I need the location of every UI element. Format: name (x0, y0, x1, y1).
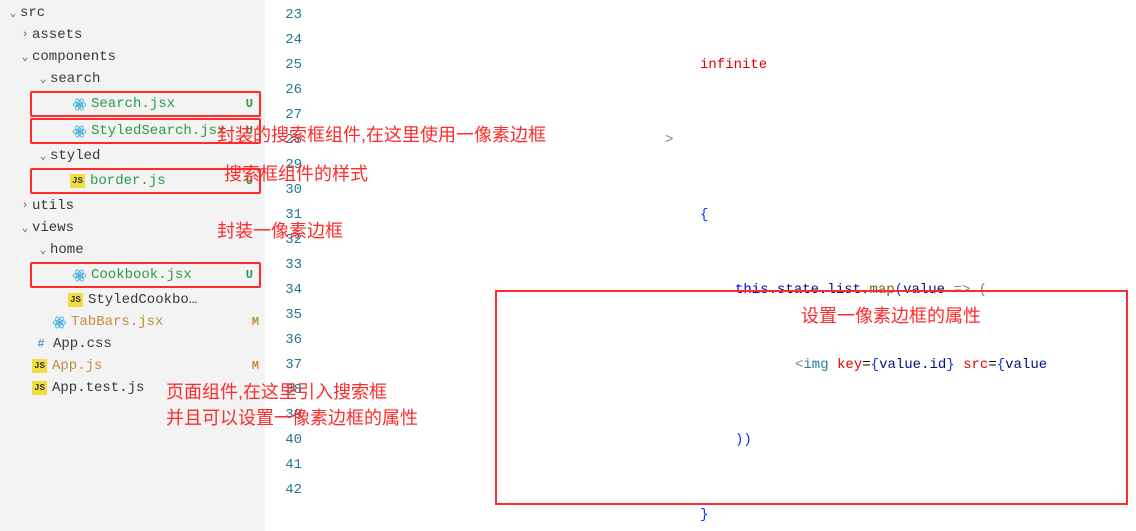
annotation-highlight-box: Search.jsxU (30, 91, 261, 117)
tree-item-assets[interactable]: ›assets (0, 24, 265, 46)
tree-item-app-js[interactable]: JS App.jsM (0, 355, 265, 377)
css-icon: # (32, 337, 50, 351)
git-status: M (252, 315, 259, 329)
tree-item-border-js[interactable]: JS border.jsU (32, 170, 259, 192)
tree-item-styled[interactable]: ⌄styled (0, 145, 265, 167)
tree-item-styledcookbo-[interactable]: JS StyledCookbo… (0, 289, 265, 311)
git-status: U (246, 174, 253, 188)
tree-item-label: border.js (90, 173, 246, 189)
chevron-down-icon: ⌄ (36, 72, 50, 86)
react-icon (70, 97, 88, 112)
js-icon: JS (32, 381, 47, 395)
tree-item-tabbars-jsx[interactable]: TabBars.jsxM (0, 311, 265, 333)
git-status: U (246, 97, 253, 111)
tree-item-label: utils (32, 198, 259, 214)
tree-item-label: Search.jsx (91, 96, 246, 112)
code-area[interactable]: infinite > { this.state.list.map(value =… (320, 0, 1136, 531)
tree-item-styledsearch-jsx[interactable]: StyledSearch.jsxU (32, 120, 259, 142)
js-icon: JS (68, 293, 83, 307)
tree-item-label: App.test.js (52, 380, 259, 396)
tree-item-label: search (50, 71, 259, 87)
js-icon: JS (32, 359, 47, 373)
tree-item-utils[interactable]: ›utils (0, 195, 265, 217)
file-explorer-sidebar[interactable]: ⌄ src ›assets⌄components⌄searchSearch.js… (0, 0, 265, 531)
js-icon: JS (70, 174, 85, 188)
tree-item-label: TabBars.jsx (71, 314, 252, 330)
git-status: M (252, 359, 259, 373)
react-icon (70, 268, 88, 283)
code-editor[interactable]: 2324252627282930313233343536373839404142… (265, 0, 1136, 531)
tree-item-label: assets (32, 27, 259, 43)
chevron-down-icon: ⌄ (36, 149, 50, 163)
react-icon (70, 124, 88, 139)
chevron-right-icon: › (18, 200, 32, 212)
chevron-right-icon: › (18, 29, 32, 41)
folder-src[interactable]: ⌄ src (0, 2, 265, 24)
git-status: U (246, 124, 253, 138)
tree-item-label: styled (50, 148, 259, 164)
tree-item-label: Cookbook.jsx (91, 267, 246, 283)
tree-item-home[interactable]: ⌄home (0, 239, 265, 261)
chevron-down-icon: ⌄ (36, 243, 50, 257)
tree-item-cookbook-jsx[interactable]: Cookbook.jsxU (32, 264, 259, 286)
tree-item-app-test-js[interactable]: JS App.test.js (0, 377, 265, 399)
tree-item-search-jsx[interactable]: Search.jsxU (32, 93, 259, 115)
tree-item-app-css[interactable]: #App.css (0, 333, 265, 355)
tree-item-search[interactable]: ⌄search (0, 68, 265, 90)
chevron-down-icon: ⌄ (6, 6, 20, 20)
tree-item-label: App.css (53, 336, 259, 352)
annotation-highlight-box: JS border.jsU (30, 168, 261, 194)
tree-item-label: home (50, 242, 259, 258)
chevron-down-icon: ⌄ (18, 50, 32, 64)
chevron-down-icon: ⌄ (18, 221, 32, 235)
tree-item-views[interactable]: ⌄views (0, 217, 265, 239)
tree-item-label: components (32, 49, 259, 65)
annotation-highlight-box: StyledSearch.jsxU (30, 118, 261, 144)
tree-item-label: App.js (52, 358, 252, 374)
annotation-highlight-box: Cookbook.jsxU (30, 262, 261, 288)
line-gutter: 2324252627282930313233343536373839404142 (265, 0, 320, 531)
tree-item-label: StyledSearch.jsx (91, 123, 246, 139)
tree-item-components[interactable]: ⌄components (0, 46, 265, 68)
tree-item-label: views (32, 220, 259, 236)
git-status: U (246, 268, 253, 282)
react-icon (50, 315, 68, 330)
tree-item-label: StyledCookbo… (88, 292, 259, 308)
